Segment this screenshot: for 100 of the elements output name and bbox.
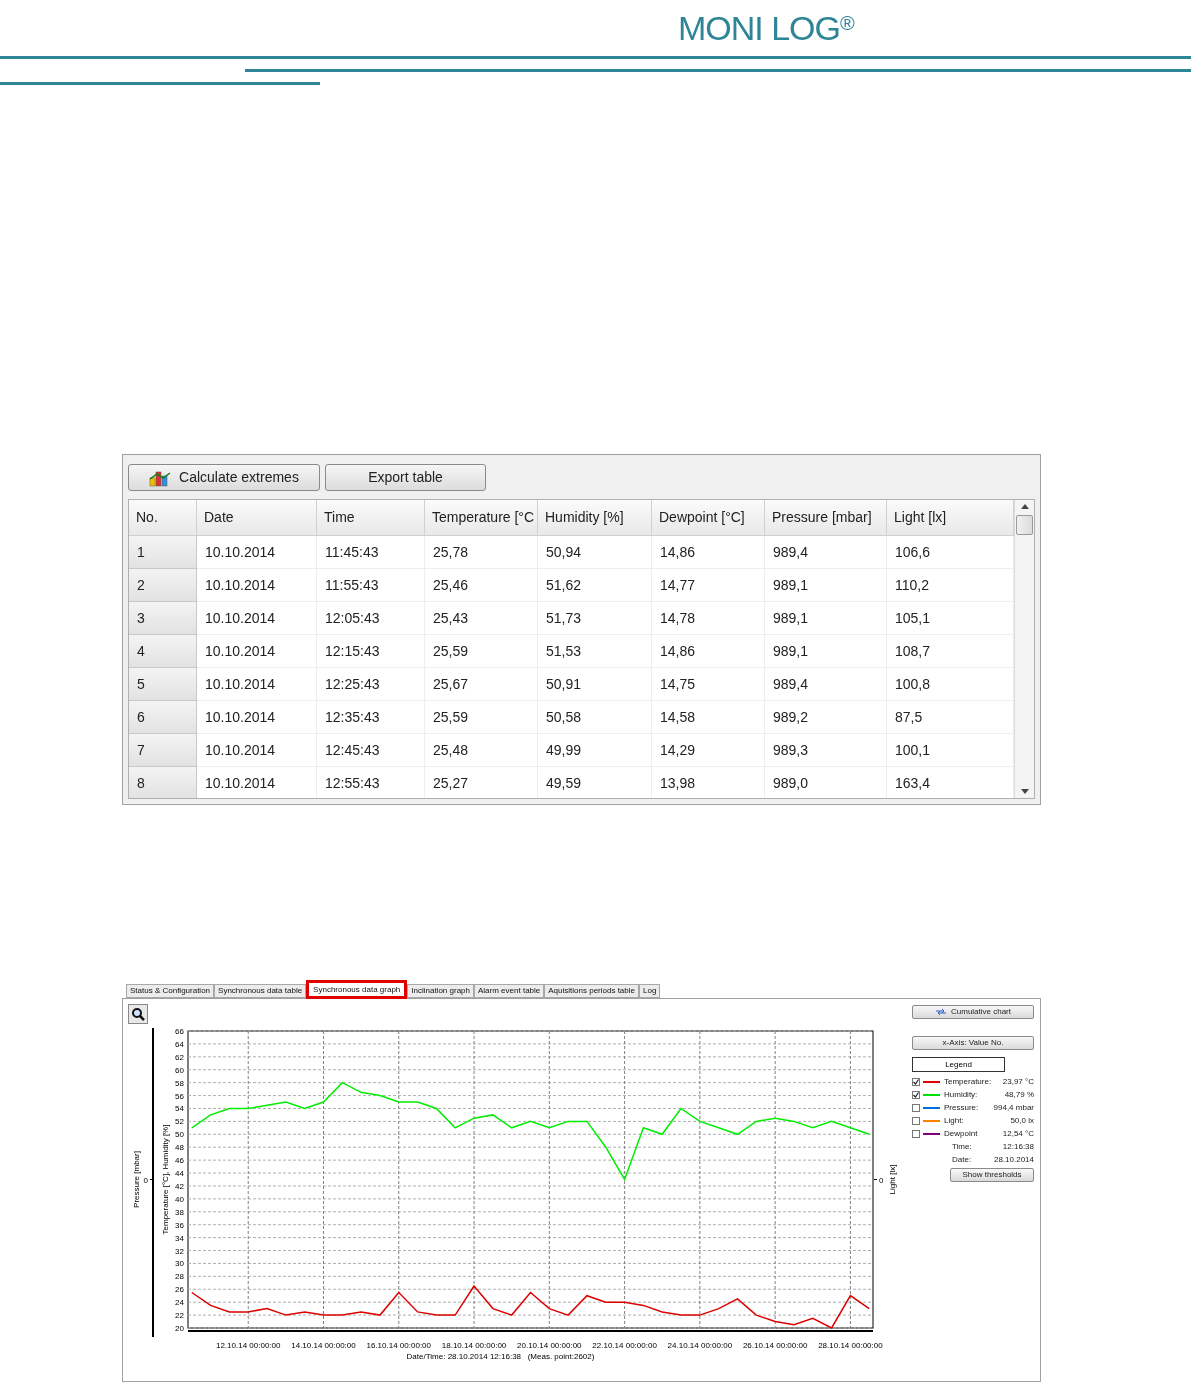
column-header[interactable]: Pressure [mbar] <box>765 500 887 537</box>
readout-value: 12:16:38 <box>1002 1140 1034 1153</box>
table-cell: 989,4 <box>765 536 887 570</box>
tab[interactable]: Aquisitions periods table <box>544 984 639 998</box>
table-cell: 10.10.2014 <box>197 767 317 799</box>
axis-tick-label: 0 <box>143 1175 148 1185</box>
tab[interactable]: Inclination graph <box>407 984 474 998</box>
legend-checkbox[interactable] <box>912 1090 920 1099</box>
table-cell: 14,86 <box>652 635 765 669</box>
row-header[interactable]: 8 <box>129 767 197 799</box>
axis-tick-label: 28.10.14 00:00:00 <box>818 1341 883 1350</box>
table-cell: 14,75 <box>652 668 765 702</box>
table-cell: 12:05:43 <box>317 602 425 636</box>
column-header[interactable]: Time <box>317 500 425 537</box>
axis-tick-label: 42 <box>175 1181 184 1191</box>
tab[interactable]: Alarm event table <box>474 984 545 998</box>
legend-label: Temperature: <box>944 1075 992 1088</box>
legend-label: Light: <box>944 1114 964 1127</box>
axis-tick-label: 52 <box>175 1117 184 1127</box>
table-cell: 989,0 <box>765 767 887 799</box>
table-cell: 25,78 <box>425 536 538 570</box>
axis-tick-label: 24.10.14 00:00:00 <box>667 1341 733 1350</box>
table-cell: 989,1 <box>765 602 887 636</box>
column-header[interactable]: Light [lx] <box>887 500 1014 537</box>
search-icon <box>131 1007 145 1021</box>
row-header[interactable]: 6 <box>129 701 197 735</box>
table-cell: 50,94 <box>538 536 652 570</box>
axis-tick-label: 36 <box>175 1220 184 1230</box>
table-cell: 51,53 <box>538 635 652 669</box>
column-header[interactable]: No. <box>129 500 197 537</box>
table-cell: 25,48 <box>425 734 538 768</box>
table-cell: 25,46 <box>425 569 538 603</box>
table-cell: 51,62 <box>538 569 652 603</box>
down-arrow-icon[interactable] <box>1020 789 1029 795</box>
axis-tick-label: 24 <box>175 1298 184 1308</box>
up-arrow-icon[interactable] <box>1020 504 1029 510</box>
table-cell: 10.10.2014 <box>197 635 317 669</box>
table-cell: 14,29 <box>652 734 765 768</box>
bar-chart-icon <box>149 468 172 487</box>
legend-checkbox[interactable] <box>912 1129 920 1138</box>
cumulative-chart-button[interactable]: Cumulative chart <box>912 1005 1034 1019</box>
table-cell: 49,99 <box>538 734 652 768</box>
legend-checkbox[interactable] <box>912 1116 920 1125</box>
table-cell: 51,73 <box>538 602 652 636</box>
legend-checkbox[interactable] <box>912 1103 920 1112</box>
table-cell: 10.10.2014 <box>197 701 317 735</box>
table-cell: 10.10.2014 <box>197 668 317 702</box>
scrollbar[interactable] <box>1014 500 1034 799</box>
axis-tick-label: 58 <box>175 1078 184 1088</box>
column-header[interactable]: Dewpoint [°C] <box>652 500 765 537</box>
row-header[interactable]: 1 <box>129 536 197 570</box>
axis-tick-label: 16.10.14 00:00:00 <box>366 1341 432 1350</box>
axis-tick-label: 54 <box>175 1104 184 1114</box>
legend-value: 23,97 °C <box>1002 1075 1034 1088</box>
axis-tick-label: 26 <box>175 1285 184 1295</box>
axis-tick-label: 22.10.14 00:00:00 <box>592 1341 657 1350</box>
legend-label: Pressure: <box>944 1101 979 1114</box>
table-cell: 49,59 <box>538 767 652 799</box>
swap-arrows-icon <box>935 1008 947 1016</box>
axis-tick-label: 20.10.14 00:00:00 <box>517 1341 582 1350</box>
tab[interactable]: Synchronous data table <box>214 984 307 998</box>
row-header[interactable]: 7 <box>129 734 197 768</box>
axis-tick-label: 20 <box>175 1324 184 1333</box>
tab[interactable]: Synchronous data graph <box>306 980 408 999</box>
column-header[interactable]: Date <box>197 500 317 537</box>
column-header[interactable]: Humidity [%] <box>538 500 652 537</box>
row-header[interactable]: 3 <box>129 602 197 636</box>
row-header[interactable]: 4 <box>129 635 197 669</box>
toolbar-button[interactable]: Calculate extremes <box>128 464 320 492</box>
axis-tick-label: 32 <box>175 1246 184 1256</box>
axis-title: Pressure [mbar] <box>132 1151 141 1208</box>
legend-checkbox[interactable] <box>912 1077 920 1086</box>
table-cell: 10.10.2014 <box>197 536 317 570</box>
table-cell: 25,59 <box>425 701 538 735</box>
row-header[interactable]: 5 <box>129 668 197 702</box>
x-axis-button[interactable]: x-Axis: Value No. <box>912 1036 1034 1050</box>
tab[interactable]: Status & Configuration <box>126 984 215 998</box>
table-cell: 14,86 <box>652 536 765 570</box>
tab[interactable]: Log <box>639 984 661 998</box>
toolbar-button[interactable]: Export table <box>325 464 486 492</box>
axis-title: Date/Time: 28.10.2014 12:16:38 (Meas. point:2602) <box>406 1352 595 1361</box>
legend-value: 12,54 °C <box>1002 1127 1034 1140</box>
table-cell: 12:25:43 <box>317 668 425 702</box>
row-header[interactable]: 2 <box>129 569 197 603</box>
axis-title: Light [lx] <box>888 1164 897 1195</box>
show-thresholds-button[interactable]: Show thresholds <box>950 1168 1034 1182</box>
column-header[interactable]: Temperature [°C <box>425 500 538 537</box>
legend-value: 994,4 mbar <box>993 1101 1034 1114</box>
axis-tick-label: 64 <box>175 1039 184 1049</box>
table-cell: 14,78 <box>652 602 765 636</box>
table-cell: 10.10.2014 <box>197 569 317 603</box>
table-cell: 10.10.2014 <box>197 602 317 636</box>
zoom-button[interactable] <box>128 1004 148 1024</box>
axis-tick-label: 66 <box>175 1027 184 1036</box>
table-cell: 14,77 <box>652 569 765 603</box>
axis-tick-label: 30 <box>175 1259 184 1269</box>
table-cell: 25,59 <box>425 635 538 669</box>
table-cell: 989,4 <box>765 668 887 702</box>
scrollbar-thumb[interactable] <box>1016 515 1033 536</box>
legend-title: Legend <box>912 1057 1005 1072</box>
